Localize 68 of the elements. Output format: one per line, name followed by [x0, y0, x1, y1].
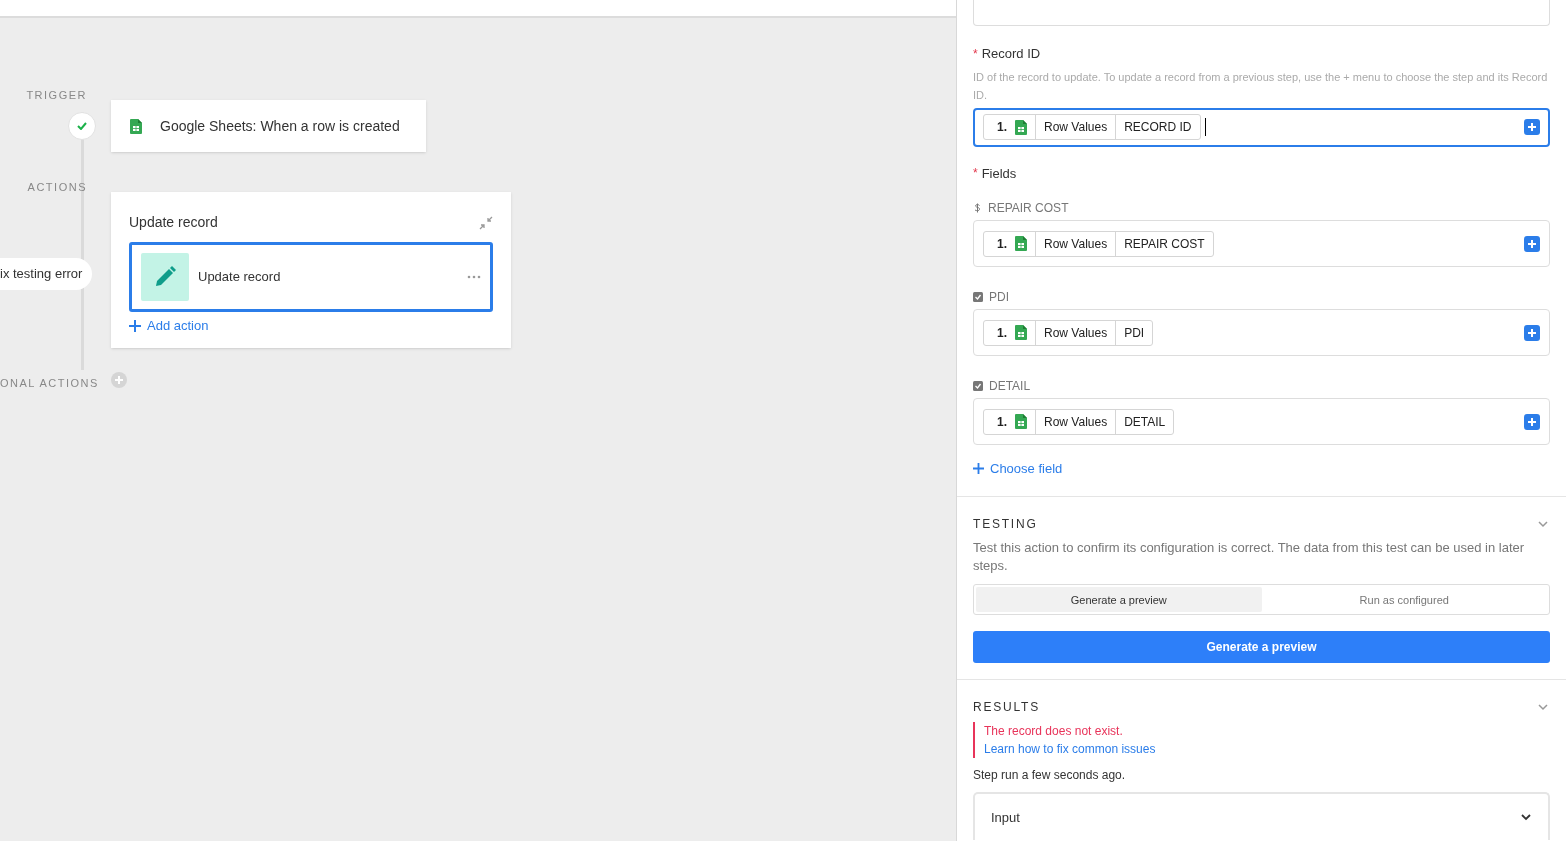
- token-text: 1.: [997, 413, 1007, 431]
- required-mark: *: [973, 165, 978, 183]
- token-text: PDI: [1124, 324, 1145, 342]
- section-description: Test this action to confirm its configuration is correct. The data from this test can be used in later steps.: [973, 539, 1526, 576]
- sheet-icon: [1015, 236, 1027, 251]
- data-pill[interactable]: 1. Row Values DETAIL: [983, 408, 1175, 435]
- add-icon[interactable]: [1524, 324, 1540, 341]
- checkbox-icon: [973, 381, 983, 391]
- add-action-link[interactable]: Add action: [129, 316, 209, 336]
- trigger-card[interactable]: Google Sheets: When a row is created: [111, 100, 426, 152]
- step-card[interactable]: Update record: [129, 242, 493, 312]
- status-text: Step run a few seconds ago.: [973, 767, 1127, 785]
- data-pill[interactable]: 1. Row Values PDI: [983, 319, 1154, 346]
- token-text: 1.: [997, 324, 1007, 342]
- more-icon[interactable]: [467, 275, 481, 279]
- sheet-icon: [1015, 325, 1027, 340]
- sheet-icon: [1015, 414, 1027, 429]
- section-label: TRIGGER: [25, 88, 87, 103]
- check-icon: [77, 122, 87, 130]
- add-icon[interactable]: [1524, 413, 1540, 430]
- plus-icon: [129, 319, 141, 332]
- field-label: REPAIR COST: [988, 200, 1069, 217]
- token-text: Row Values: [1044, 413, 1108, 431]
- token-text: REPAIR COST: [1124, 235, 1205, 253]
- checkbox-icon: [973, 292, 983, 302]
- token-text: DETAIL: [1124, 413, 1166, 431]
- field-label: PDI: [989, 289, 1009, 306]
- sheet-icon: [130, 118, 142, 134]
- pencil-icon: [141, 253, 189, 301]
- plus-icon: [973, 463, 984, 475]
- trigger-title: Google Sheets: When a row is created: [160, 116, 400, 136]
- field-input[interactable]: 1. Row Values DETAIL: [973, 398, 1550, 445]
- token-text: RECORD ID: [1124, 119, 1192, 136]
- collapse-icon[interactable]: [479, 215, 493, 230]
- error-pill[interactable]: ix testing error: [0, 258, 93, 290]
- field-label: Record ID: [981, 45, 1041, 63]
- step-title: Update record: [198, 268, 282, 287]
- field-description: ID of the record to update. To update a record from a previous step, use the + menu to choose the step and its Record ID.: [973, 69, 1549, 103]
- sheet-icon: [1015, 119, 1027, 135]
- mode-tab[interactable]: Generate a preview: [976, 587, 1262, 613]
- record-id-field[interactable]: 1. Row Values RECORD ID: [973, 107, 1550, 147]
- section-title: RESULTS: [973, 699, 1041, 717]
- token-text: 1.: [997, 235, 1007, 253]
- field-label: Fields: [981, 164, 1017, 183]
- field-input[interactable]: 1. Row Values PDI: [973, 309, 1550, 356]
- field-box[interactable]: [973, 0, 1550, 26]
- help-link[interactable]: Learn how to fix common issues: [984, 740, 1156, 759]
- text-cursor: [1204, 118, 1206, 136]
- required-mark: *: [973, 45, 978, 63]
- token-text: Row Values: [1044, 324, 1108, 342]
- field-label: DETAIL: [989, 378, 1031, 395]
- card-title: Update record: [129, 213, 218, 232]
- section-label: ACTIONS: [26, 180, 87, 195]
- choose-field-link[interactable]: Choose field: [973, 459, 1063, 479]
- token-text: Row Values: [1044, 119, 1108, 136]
- generate-preview-button[interactable]: Generate a preview: [973, 631, 1550, 664]
- add-icon[interactable]: [1524, 235, 1540, 252]
- add-icon[interactable]: [1524, 119, 1540, 135]
- section-label: ONAL ACTIONS: [0, 376, 99, 391]
- error-message: The record does not exist.: [984, 723, 1124, 741]
- data-pill[interactable]: 1. Row Values RECORD ID: [983, 114, 1201, 140]
- input-accordion[interactable]: Input: [973, 792, 1550, 841]
- token-text: Row Values: [1044, 235, 1108, 253]
- field-input[interactable]: 1. Row Values REPAIR COST: [973, 220, 1550, 267]
- section-title: TESTING: [973, 516, 1038, 534]
- dollar-icon: [973, 203, 982, 213]
- data-pill[interactable]: 1. Row Values REPAIR COST: [983, 230, 1214, 257]
- token-text: 1.: [997, 119, 1007, 136]
